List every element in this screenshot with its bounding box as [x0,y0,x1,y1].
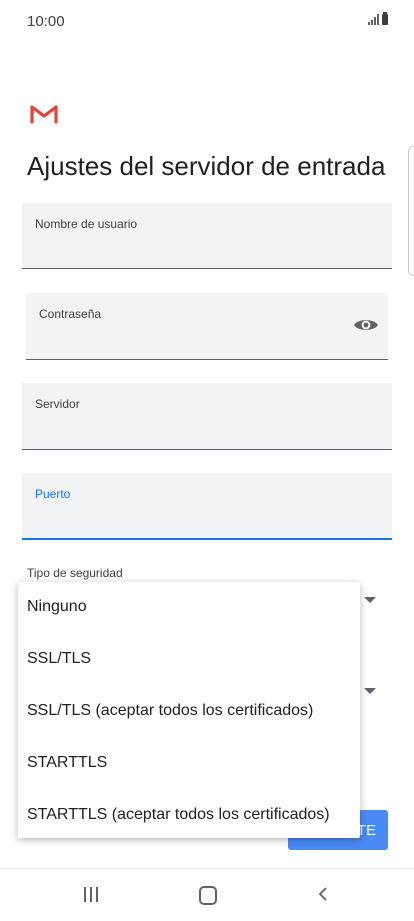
menu-item-starttls-accept-all[interactable]: STARTTLS (aceptar todos los certificados… [27,806,330,824]
battery-icon [382,12,388,25]
menu-item-none[interactable]: Ninguno [27,598,87,616]
page-title: Ajustes del servidor de entrada [27,151,386,181]
port-label: Puerto [35,487,71,501]
chevron-down-icon[interactable] [364,597,376,603]
username-label: Nombre de usuario [35,217,138,231]
status-icons [368,12,388,25]
status-time: 10:00 [27,13,65,30]
back-icon[interactable] [318,887,328,901]
signal-icon [368,14,379,25]
chevron-down-icon[interactable] [364,688,376,694]
username-field[interactable]: Nombre de usuario [22,203,392,269]
gmail-logo [30,105,58,124]
server-field[interactable]: Servidor [22,383,392,450]
navigation-bar [0,868,414,921]
menu-item-ssl-tls[interactable]: SSL/TLS [27,650,91,668]
port-field[interactable]: Puerto [22,473,392,540]
menu-item-starttls[interactable]: STARTTLS [27,754,107,772]
security-type-label: Tipo de seguridad [27,566,123,580]
security-dropdown-menu: Ninguno SSL/TLS SSL/TLS (aceptar todos l… [18,582,360,838]
status-bar: 10:00 [0,0,414,44]
password-field[interactable]: Contraseña [26,293,388,360]
scroll-indicator [408,146,414,276]
menu-item-ssl-tls-accept-all[interactable]: SSL/TLS (aceptar todos los certificados) [27,702,313,720]
eye-icon[interactable] [353,317,379,333]
server-label: Servidor [35,397,80,411]
home-icon[interactable] [199,886,217,905]
recents-icon[interactable] [84,887,98,902]
password-label: Contraseña [39,307,102,321]
